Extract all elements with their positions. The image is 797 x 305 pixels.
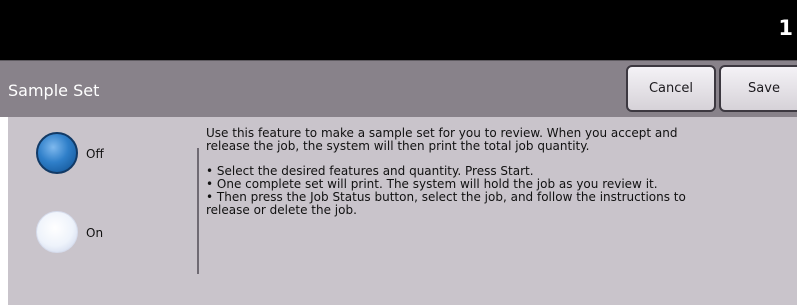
option-on[interactable]: On (8, 208, 188, 268)
cancel-button[interactable]: Cancel (626, 65, 716, 112)
feature-description: Use this feature to make a sample set fo… (206, 127, 797, 217)
options-panel: Off On Use this feature to make a sample… (8, 117, 797, 305)
page-title: Sample Set (8, 81, 100, 100)
job-count: 1 (778, 16, 793, 40)
option-on-label: On (86, 226, 104, 240)
description-line: release the job, the system will then pr… (206, 139, 590, 153)
title-bar: Sample Set Cancel Save (0, 60, 797, 117)
option-off[interactable]: Off (8, 129, 188, 189)
instruction-line: release or delete the job. (206, 203, 357, 217)
top-status-bar: 1 (0, 0, 797, 60)
panel-left-edge (0, 117, 8, 305)
radio-selected-icon[interactable] (36, 132, 78, 174)
radio-unselected-icon[interactable] (36, 211, 78, 253)
vertical-divider (197, 148, 199, 274)
option-off-label: Off (86, 147, 104, 161)
save-button[interactable]: Save (719, 65, 797, 112)
